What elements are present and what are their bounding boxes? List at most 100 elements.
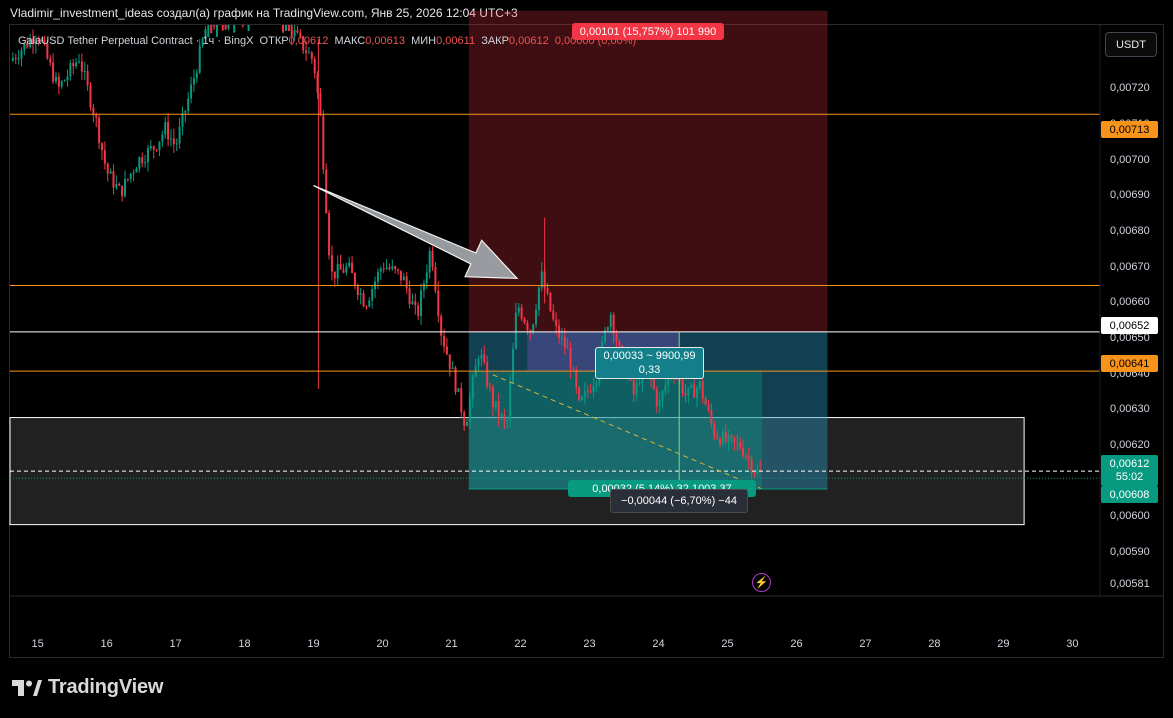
candle-body [753,472,756,475]
candle-body [489,386,492,388]
candle-body [463,412,466,427]
candle-body [175,143,178,145]
candle-body [54,76,57,82]
candle-body [319,92,322,116]
candle-body [555,319,558,326]
candle-body [632,379,635,395]
candle-body [695,388,698,398]
candle-body [402,276,405,281]
candle-body [503,414,506,421]
candle-body [491,387,494,408]
candle-body [397,269,400,271]
candle-body [371,289,374,301]
candle-body [713,423,716,437]
candle-body [138,157,141,169]
candle-body [178,126,181,144]
low-label: МИН [411,35,437,47]
candle-body [210,25,213,34]
candle-body [213,25,216,27]
candle-body [664,385,667,392]
candle-body [526,322,529,331]
candle-body [158,141,161,151]
candle-body [129,173,132,179]
candle-body [420,290,423,317]
candle-body [152,146,155,150]
tradingview-logo[interactable]: TradingView [12,676,163,699]
candle-body [612,314,615,334]
close-value: 0,00612 [508,35,549,47]
measure-label-price: 0,00033 ~ 9900,99 [603,350,696,362]
candle-body [466,421,469,427]
candle-body [181,112,184,127]
price-tick-label: 0,00620 [1110,439,1150,452]
candle-body [724,431,727,442]
candle-body [661,391,664,400]
measure-label-ratio: 0,33 [638,364,661,376]
flash-icon[interactable]: ⚡ [752,573,771,592]
candle-body [707,404,710,411]
candle-body [284,25,287,31]
candle-body [638,382,641,384]
candle-body [169,138,172,140]
price-tick-label: 0,00581 [1110,578,1150,591]
candle-body [727,434,730,442]
candle-body [704,398,707,405]
candle-body [368,300,371,307]
candle-body [89,85,92,108]
candle-body [578,387,581,401]
candle-body [123,178,126,197]
candle-body [77,61,80,63]
candle-body [307,52,310,54]
current-price-tag: 0,00612 55:02 [1101,455,1158,486]
brand-name: TradingView [48,676,164,698]
candle-body [52,62,55,82]
candle-body [440,316,443,336]
candle-body [497,401,500,417]
candle-body [141,157,144,164]
candle-body [684,393,687,396]
currency-button[interactable]: USDT [1105,32,1157,57]
candle-body [345,266,348,273]
candle-body [75,62,78,67]
price-tick-label: 0,00690 [1110,189,1150,202]
candle-body [595,382,598,386]
price-tick-label: 0,00700 [1110,153,1150,166]
candle-body [60,81,63,87]
price-tick-label: 0,00720 [1110,82,1150,95]
high-value: 0,00613 [365,35,405,47]
candle-body [224,25,227,30]
candle-body [512,348,515,383]
resistance-price-tag: 0,00713 [1101,121,1158,138]
time-tick-label: 25 [721,638,734,650]
time-tick-label: 28 [928,638,941,650]
candle-body [106,163,109,174]
candle-body [431,250,434,268]
candle-body [328,212,331,256]
candle-body [164,121,167,135]
candle-body [546,288,549,293]
high-label: МАКС [334,35,366,47]
candle-body [563,336,566,348]
candle-body [98,117,101,144]
candle-body [428,250,431,273]
candle-body [195,72,198,79]
risk-label: 0,00101 (15,757%) 101 990 [572,23,724,40]
candle-body [198,45,201,73]
candle-body [520,307,523,319]
candle-body [394,266,397,270]
candle-body [365,306,368,308]
candle-body [100,143,103,151]
time-tick-label: 29 [997,638,1010,650]
candle-body [434,267,437,291]
candle-body [184,110,187,113]
candle-body [560,336,563,338]
candle-body [514,312,517,349]
candle-body [690,384,693,388]
time-tick-label: 26 [790,638,803,650]
candle-body [391,266,394,269]
time-tick-label: 23 [583,638,596,650]
white-line-price-tag: 0,00652 [1101,317,1158,334]
candle-body [710,410,713,424]
price-chart[interactable] [0,0,1173,718]
candle-body [57,76,60,87]
